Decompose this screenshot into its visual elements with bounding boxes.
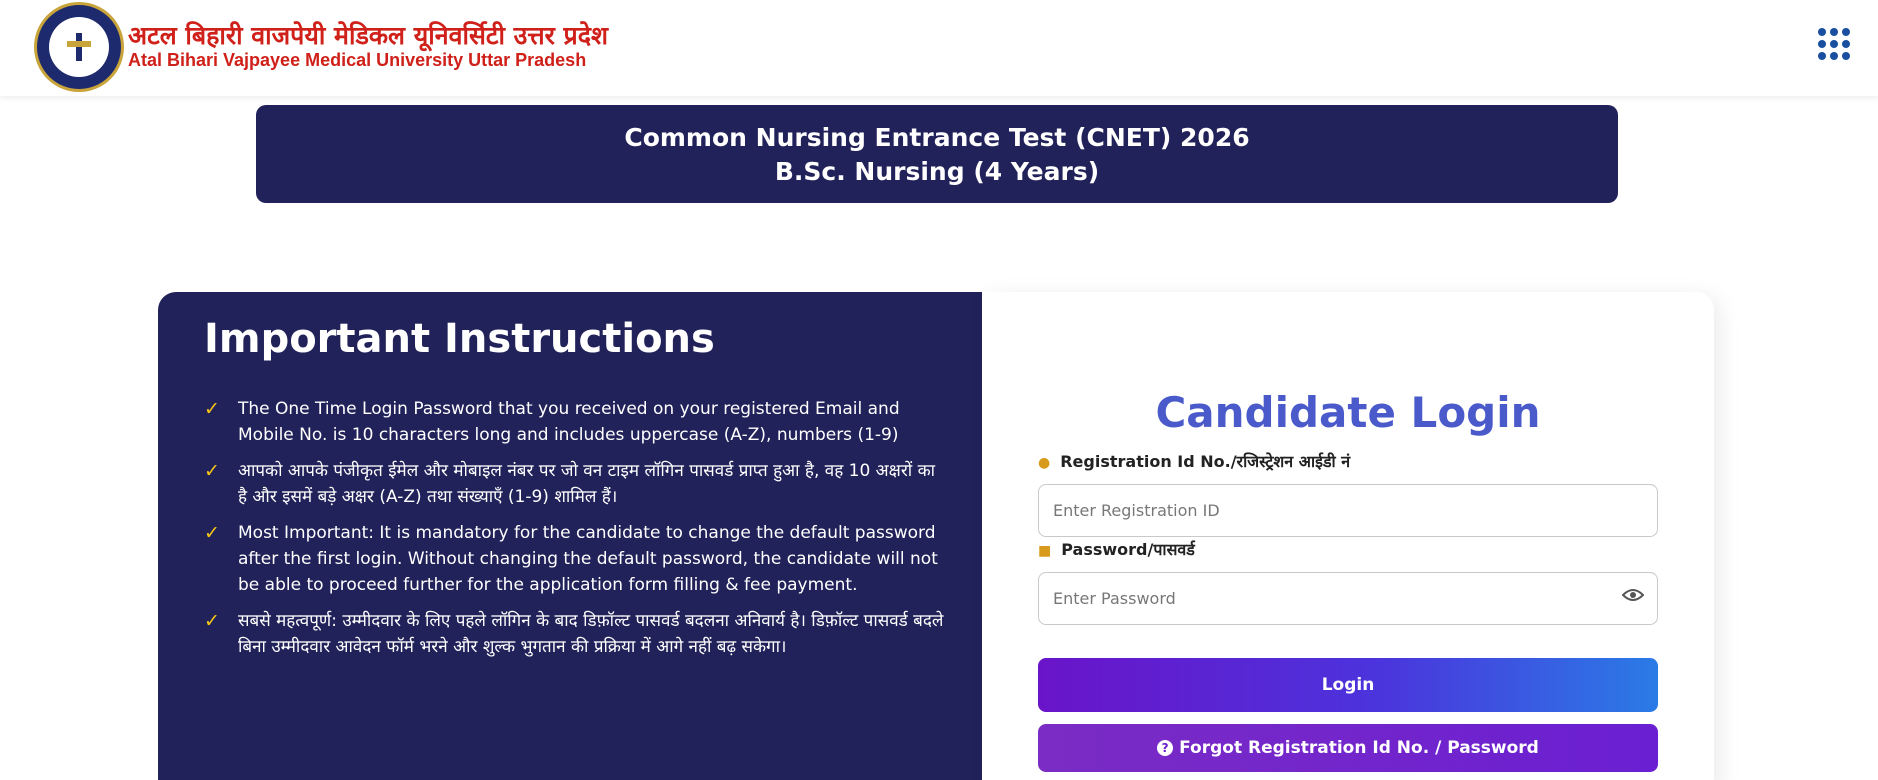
login-panel: Candidate Login ● Registration Id No./रजि… (982, 292, 1714, 780)
check-icon: ✓ (204, 610, 220, 632)
exam-title: Common Nursing Entrance Test (CNET) 2026 (624, 123, 1250, 152)
lock-icon: ■ (1038, 543, 1052, 559)
forgot-credentials-button[interactable]: ? Forgot Registration Id No. / Password (1038, 724, 1658, 772)
brand-name-hindi: अटल बिहारी वाजपेयी मेडिकल यूनिवर्सिटी उत… (128, 21, 609, 50)
list-item: ✓ सबसे महत्वपूर्ण: उम्मीदवार के लिए पहले … (204, 608, 944, 660)
exam-banner: Common Nursing Entrance Test (CNET) 2026… (256, 105, 1618, 203)
user-icon: ● (1038, 455, 1051, 471)
instruction-text: Most Important: It is mandatory for the … (238, 523, 938, 595)
instruction-text: सबसे महत्वपूर्ण: उम्मीदवार के लिए पहले ल… (238, 611, 944, 657)
instructions-list: ✓ The One Time Login Password that you re… (204, 396, 944, 670)
instruction-text: The One Time Login Password that you rec… (238, 399, 900, 445)
eye-icon[interactable] (1622, 588, 1644, 602)
grid-menu-icon[interactable] (1818, 28, 1850, 60)
list-item: ✓ Most Important: It is mandatory for the… (204, 520, 944, 598)
registration-id-input[interactable] (1038, 484, 1658, 537)
exam-subtitle: B.Sc. Nursing (4 Years) (774, 157, 1100, 186)
registration-label-text: Registration Id No./रजिस्ट्रेशन आईडी नं (1060, 452, 1351, 471)
check-icon: ✓ (204, 398, 220, 420)
top-header: अटल बिहारी वाजपेयी मेडिकल यूनिवर्सिटी उत… (0, 0, 1878, 96)
registration-label: ● Registration Id No./रजिस्ट्रेशन आईडी नं (1038, 450, 1350, 472)
login-heading: Candidate Login (1155, 388, 1541, 437)
instructions-heading: Important Instructions (204, 316, 715, 362)
password-input[interactable] (1038, 572, 1658, 625)
brand-name-english: Atal Bihari Vajpayee Medical University … (128, 50, 587, 70)
login-button[interactable]: Login (1038, 658, 1658, 712)
list-item: ✓ आपको आपके पंजीकृत ईमेल और मोबाइल नंबर प… (204, 458, 944, 510)
check-icon: ✓ (204, 460, 220, 482)
university-logo[interactable] (34, 2, 124, 92)
instructions-panel: Important Instructions ✓ The One Time Log… (158, 292, 982, 780)
password-label: ■ Password/पासवर्ड (1038, 538, 1195, 560)
question-circle-icon: ? (1157, 740, 1174, 756)
instruction-text: आपको आपके पंजीकृत ईमेल और मोबाइल नंबर पर… (238, 461, 936, 507)
list-item: ✓ The One Time Login Password that you re… (204, 396, 944, 448)
forgot-button-label: Forgot Registration Id No. / Password (1179, 738, 1539, 758)
password-label-text: Password/पासवर्ड (1061, 540, 1195, 559)
check-icon: ✓ (204, 522, 220, 544)
university-seal-icon (49, 17, 109, 77)
